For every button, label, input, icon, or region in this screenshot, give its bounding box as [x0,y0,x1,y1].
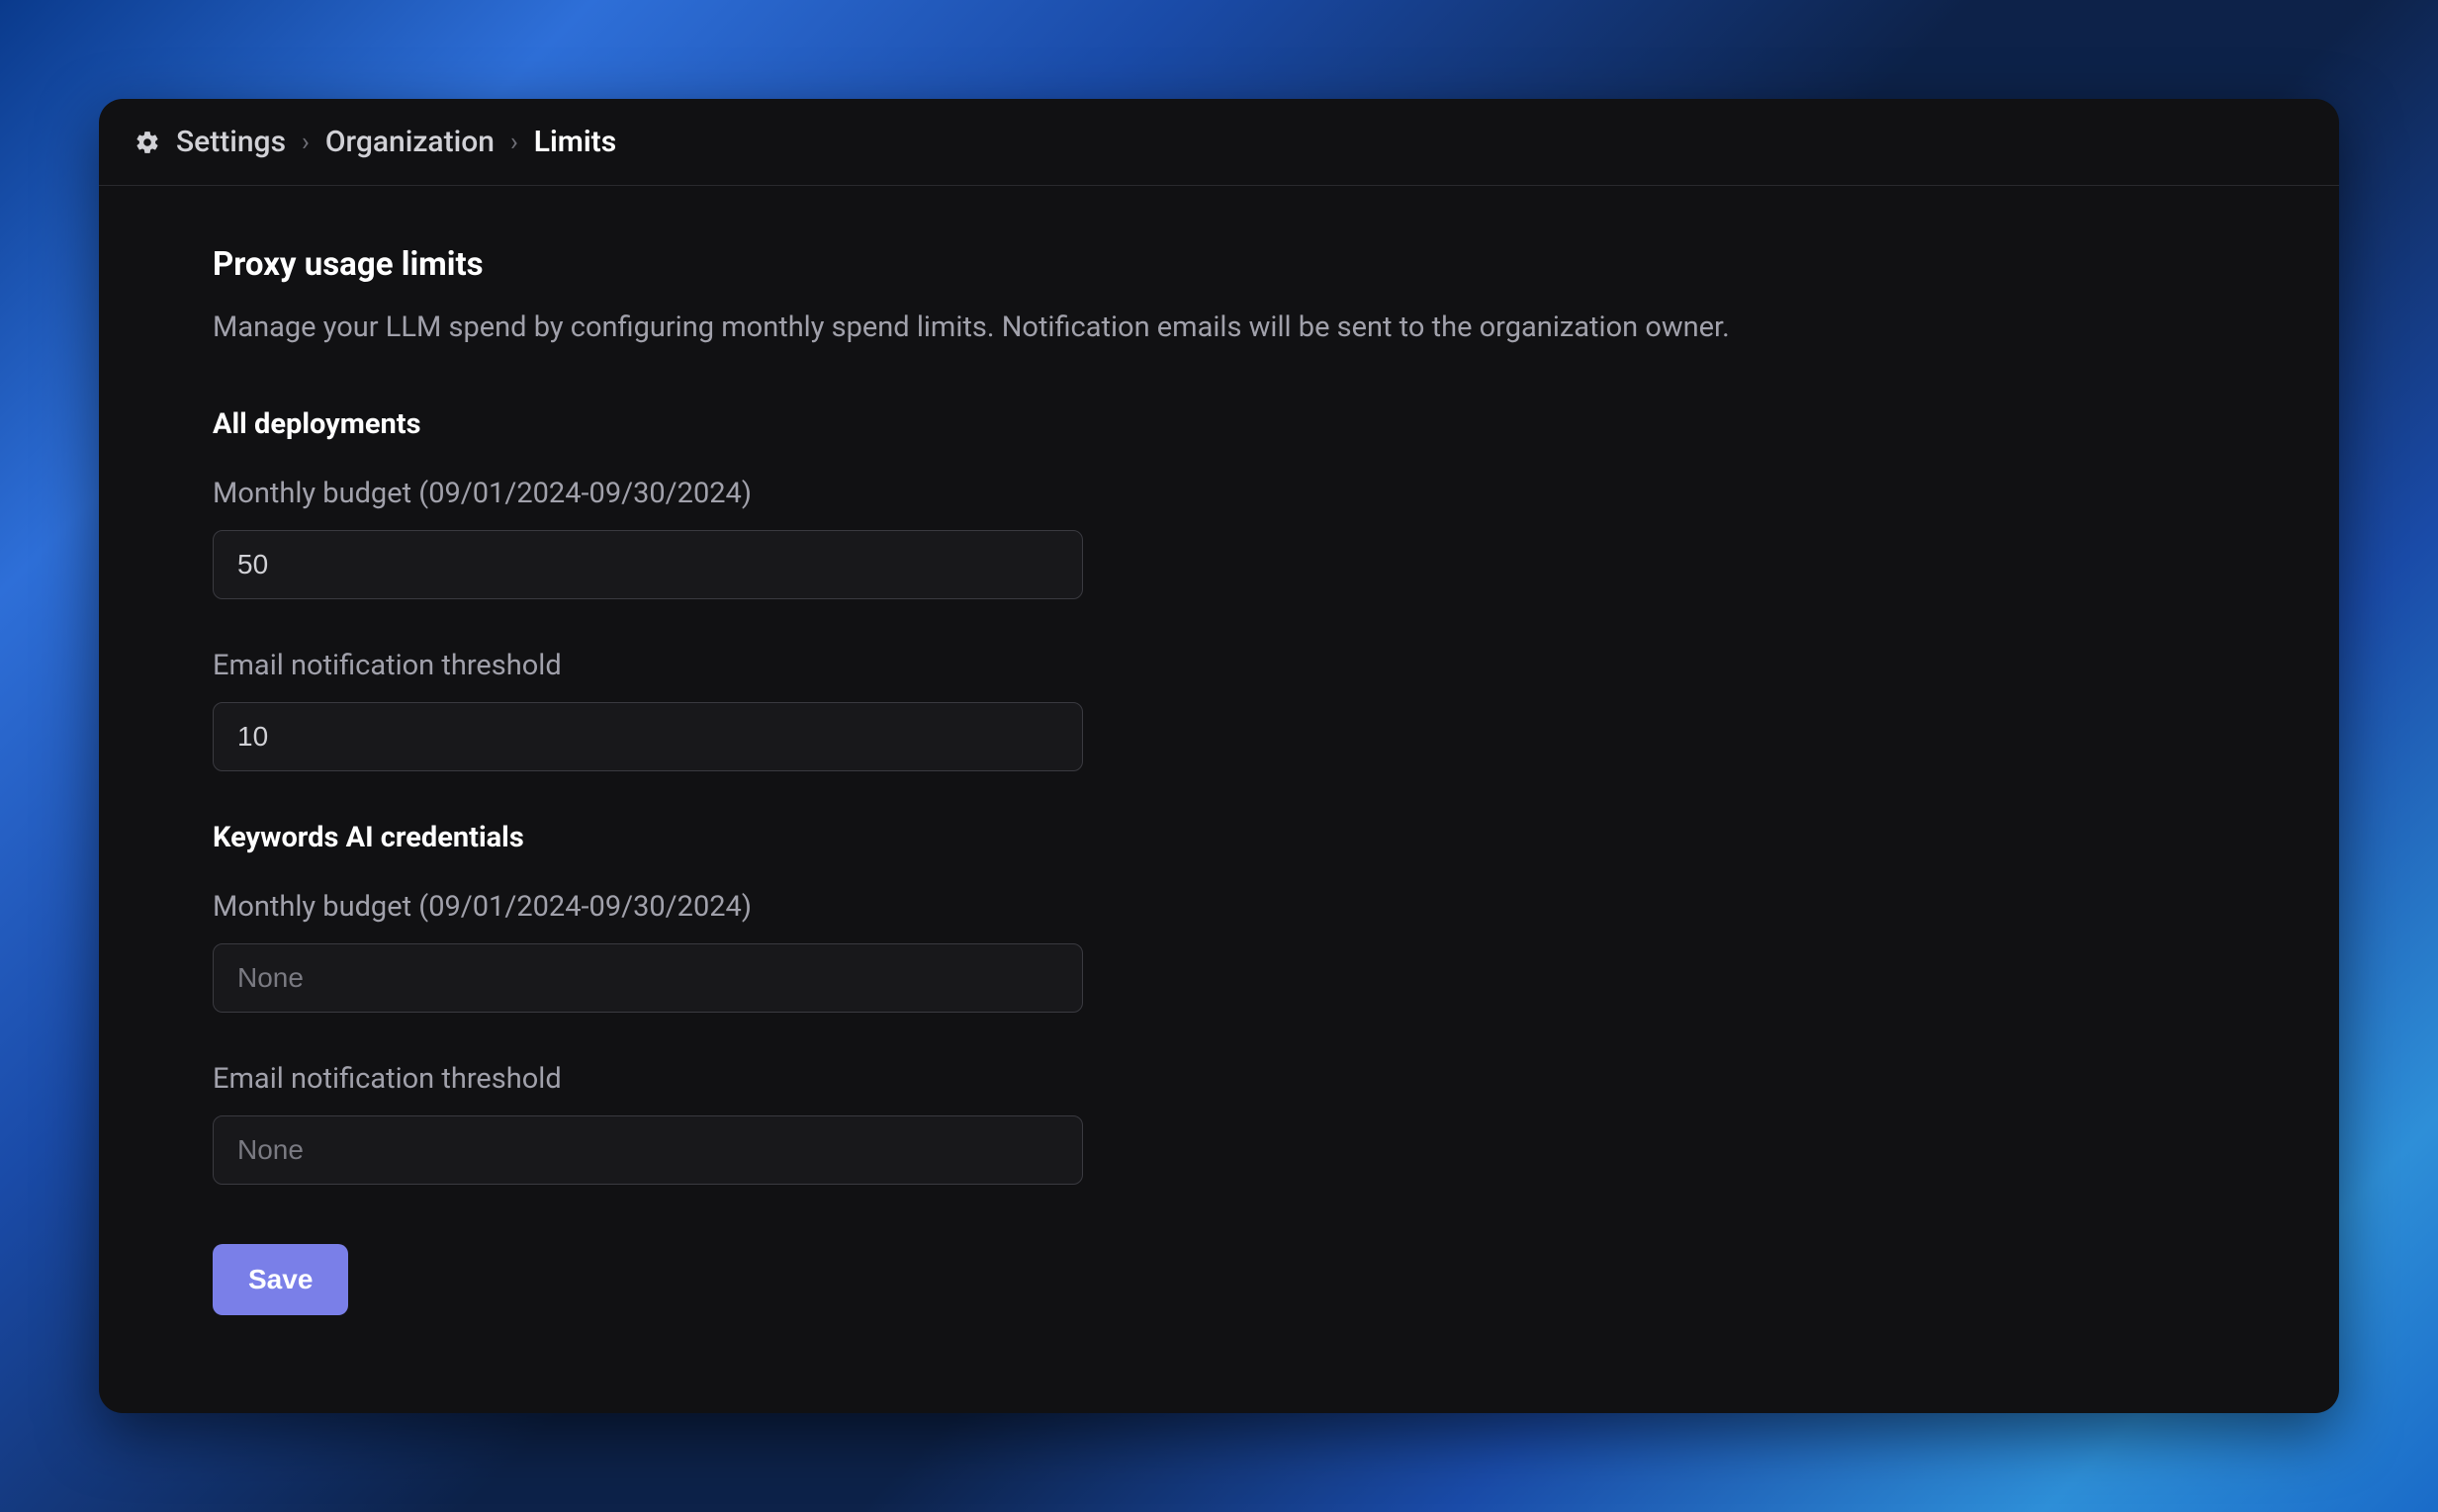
breadcrumb: Settings › Organization › Limits [99,99,2339,186]
section-all-deployments-heading: All deployments [213,407,2225,441]
keywords-ai-threshold-input[interactable] [213,1115,1083,1185]
all-deployments-threshold-label: Email notification threshold [213,649,2225,682]
page-title: Proxy usage limits [213,245,2225,284]
chevron-right-icon: › [302,128,310,157]
keywords-ai-budget-label: Monthly budget (09/01/2024-09/30/2024) [213,890,2225,924]
all-deployments-budget-input[interactable] [213,530,1083,599]
breadcrumb-settings[interactable]: Settings [176,125,286,159]
save-button[interactable]: Save [213,1244,348,1315]
keywords-ai-budget-input[interactable] [213,943,1083,1013]
content-area: Proxy usage limits Manage your LLM spend… [99,186,2339,1413]
all-deployments-threshold-input[interactable] [213,702,1083,771]
gear-icon [135,130,160,155]
all-deployments-budget-label: Monthly budget (09/01/2024-09/30/2024) [213,477,2225,510]
breadcrumb-limits: Limits [534,125,616,159]
settings-panel: Settings › Organization › Limits Proxy u… [99,99,2339,1413]
section-keywords-ai-heading: Keywords AI credentials [213,821,2225,854]
page-description: Manage your LLM spend by configuring mon… [213,308,2225,348]
keywords-ai-threshold-label: Email notification threshold [213,1062,2225,1096]
chevron-right-icon: › [510,128,518,157]
breadcrumb-organization[interactable]: Organization [325,125,495,159]
